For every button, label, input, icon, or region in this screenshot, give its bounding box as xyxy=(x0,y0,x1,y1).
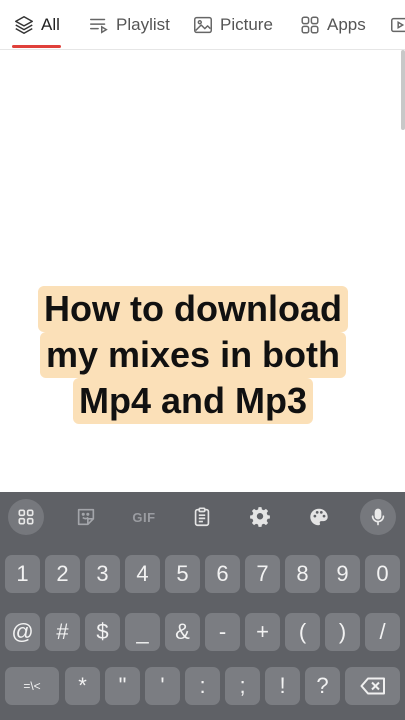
active-tab-indicator xyxy=(12,45,61,48)
sticker-icon xyxy=(77,508,95,526)
sticker-button[interactable] xyxy=(68,499,104,535)
key-4[interactable]: 4 xyxy=(125,555,160,593)
symbol-key[interactable]: & xyxy=(165,613,200,651)
symbol-key[interactable]: @ xyxy=(5,613,40,651)
symbol-key[interactable]: ) xyxy=(325,613,360,651)
tab-apps[interactable]: Apps xyxy=(299,0,366,50)
layout-switch-key[interactable]: =\< xyxy=(5,667,59,705)
keyboard-apps-button[interactable] xyxy=(8,499,44,535)
symbol-key[interactable]: ! xyxy=(265,667,300,705)
palette-icon xyxy=(310,508,328,526)
tab-picture[interactable]: Picture xyxy=(192,0,273,50)
image-icon xyxy=(194,16,212,34)
symbol-key[interactable]: $ xyxy=(85,613,120,651)
symbol-key[interactable]: ? xyxy=(305,667,340,705)
gif-label: GIF xyxy=(132,509,156,525)
tab-playlist[interactable]: Playlist xyxy=(88,0,170,50)
tab-video-partial[interactable] xyxy=(389,0,405,50)
caption-line-1: How to download xyxy=(38,286,348,332)
gif-button[interactable]: GIF xyxy=(126,499,162,535)
symbol-key[interactable]: + xyxy=(245,613,280,651)
caption-line-2: my mixes in both xyxy=(39,332,347,378)
key-1[interactable]: 1 xyxy=(5,555,40,593)
keyboard-toolbar: GIF xyxy=(0,492,405,540)
theme-button[interactable] xyxy=(301,499,337,535)
symbol-key[interactable]: # xyxy=(45,613,80,651)
key-8[interactable]: 8 xyxy=(285,555,320,593)
symbol-key[interactable]: ; xyxy=(225,667,260,705)
apps-grid-icon xyxy=(18,509,34,525)
key-6[interactable]: 6 xyxy=(205,555,240,593)
key-5[interactable]: 5 xyxy=(165,555,200,593)
gear-icon xyxy=(250,507,270,527)
video-caption: How to download my mixes in both Mp4 and… xyxy=(28,286,358,424)
caption-line-3: Mp4 and Mp3 xyxy=(72,378,313,424)
tab-picture-label: Picture xyxy=(220,15,273,34)
tab-apps-label: Apps xyxy=(327,15,366,34)
tab-all[interactable]: All xyxy=(13,0,60,50)
clipboard-icon xyxy=(194,507,210,527)
on-screen-keyboard: GIF 1 2 3 4 5 6 7 8 9 0 @ # $ _ & - + (… xyxy=(0,492,405,720)
symbol-key[interactable]: ( xyxy=(285,613,320,651)
settings-button[interactable] xyxy=(242,499,278,535)
microphone-icon xyxy=(371,508,385,526)
key-2[interactable]: 2 xyxy=(45,555,80,593)
key-0[interactable]: 0 xyxy=(365,555,400,593)
scrollbar[interactable] xyxy=(401,50,405,130)
symbol-key[interactable]: : xyxy=(185,667,220,705)
symbol-key[interactable]: * xyxy=(65,667,100,705)
clipboard-button[interactable] xyxy=(184,499,220,535)
layers-icon xyxy=(15,16,33,34)
symbol-key[interactable]: " xyxy=(105,667,140,705)
symbol-key[interactable]: ' xyxy=(145,667,180,705)
video-icon xyxy=(391,17,405,33)
tab-all-label: All xyxy=(41,15,60,34)
tab-bar: All Playlist Picture Apps xyxy=(0,0,405,50)
key-7[interactable]: 7 xyxy=(245,555,280,593)
key-9[interactable]: 9 xyxy=(325,555,360,593)
backspace-icon xyxy=(360,677,385,695)
tab-playlist-label: Playlist xyxy=(116,15,170,34)
playlist-icon xyxy=(90,18,108,34)
screen: All Playlist Picture Apps How to downloa… xyxy=(0,0,405,720)
symbol-key[interactable]: - xyxy=(205,613,240,651)
backspace-key[interactable] xyxy=(345,667,400,705)
voice-input-button[interactable] xyxy=(360,499,396,535)
key-3[interactable]: 3 xyxy=(85,555,120,593)
symbol-key[interactable]: / xyxy=(365,613,400,651)
apps-grid-icon xyxy=(301,16,319,34)
symbol-key[interactable]: _ xyxy=(125,613,160,651)
